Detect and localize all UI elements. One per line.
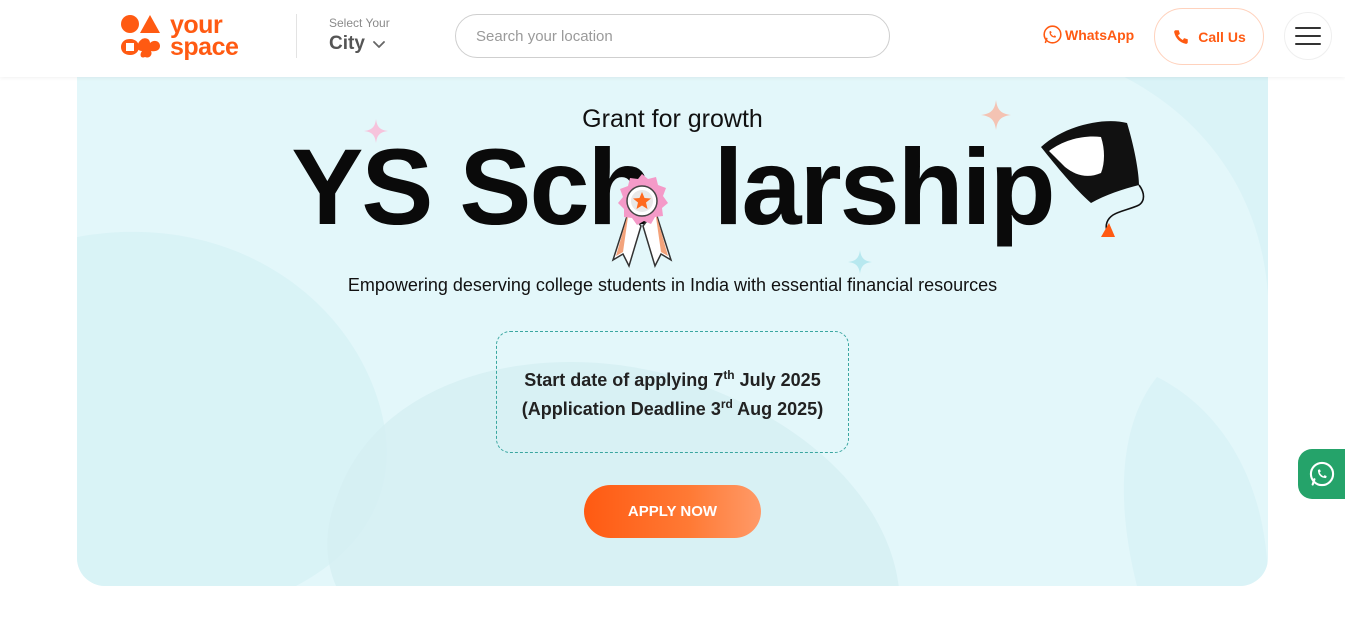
logo[interactable]: your space: [120, 11, 260, 61]
hero-title-part2: larship: [713, 126, 1056, 247]
site-header: your space Select Your City WhatsApp Cal…: [0, 0, 1345, 77]
whatsapp-icon: [1043, 25, 1062, 44]
call-us-label: Call Us: [1198, 28, 1246, 45]
deadline-line: (Application Deadline 3rd Aug 2025): [521, 397, 824, 419]
apply-now-button[interactable]: APPLY NOW: [584, 485, 761, 538]
chevron-down-icon: [373, 41, 385, 48]
floating-whatsapp-button[interactable]: [1298, 449, 1345, 499]
medal-icon: [611, 174, 673, 269]
city-selector-hint: Select Your: [329, 16, 390, 30]
application-dates-box: Start date of applying 7th July 2025 (Ap…: [496, 331, 849, 453]
scholarship-hero: Grant for growth YS Sch larship Empowerin…: [77, 77, 1268, 586]
hamburger-menu-button[interactable]: [1284, 12, 1332, 60]
logo-mark-icon: [121, 15, 160, 58]
hero-subtitle: Empowering deserving college students in…: [347, 275, 998, 295]
logo-line2: space: [170, 33, 239, 61]
city-selector[interactable]: Select Your City: [329, 16, 390, 55]
location-search-input[interactable]: [455, 14, 890, 58]
logo-wordmark: your space: [170, 13, 239, 61]
sparkle-icon: [848, 250, 872, 274]
phone-icon: [1174, 29, 1189, 44]
graduation-cap-icon: [1041, 121, 1145, 237]
start-date-line: Start date of applying 7th July 2025: [524, 368, 821, 390]
hero-title-part1: YS Sch: [291, 126, 653, 247]
hamburger-icon: [1295, 27, 1321, 29]
sparkle-icon: [981, 100, 1011, 130]
call-us-button[interactable]: Call Us: [1154, 8, 1264, 65]
whatsapp-link[interactable]: WhatsApp: [1042, 24, 1134, 45]
city-selector-value: City: [329, 33, 365, 54]
whatsapp-icon: [1309, 461, 1335, 487]
header-divider: [296, 14, 297, 58]
sparkle-icon: [364, 119, 388, 143]
whatsapp-label: WhatsApp: [1065, 26, 1135, 43]
